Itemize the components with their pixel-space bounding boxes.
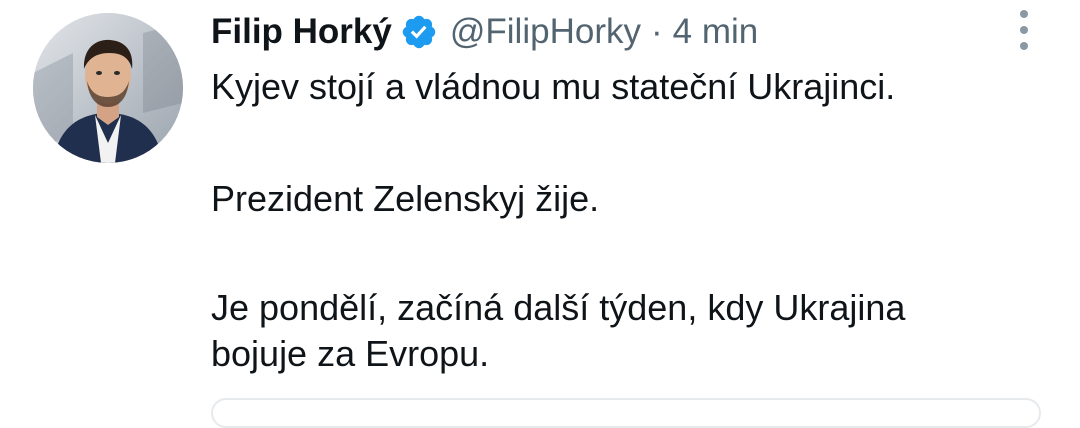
avatar[interactable] bbox=[33, 13, 183, 163]
more-dot bbox=[1020, 10, 1028, 18]
tweet-text-line: Prezident Zelenskyj žije. bbox=[211, 178, 600, 219]
more-dot bbox=[1020, 26, 1028, 34]
avatar-image bbox=[33, 13, 183, 163]
tweet[interactable]: Filip Horký @FilipHorky · 4 min Kyjev st… bbox=[0, 0, 1080, 428]
tweet-text-line: Kyjev stojí a vládnou mu stateční Ukraji… bbox=[211, 66, 896, 107]
header-separator: · bbox=[650, 12, 663, 51]
attached-card[interactable] bbox=[211, 398, 1041, 428]
more-dot bbox=[1020, 42, 1028, 50]
author-handle[interactable]: @FilipHorky bbox=[450, 12, 641, 52]
tweet-timestamp[interactable]: 4 min bbox=[673, 12, 759, 52]
verified-badge-icon bbox=[400, 13, 438, 51]
more-vertical-icon[interactable] bbox=[1012, 10, 1036, 50]
tweet-header: Filip Horký @FilipHorky · 4 min bbox=[211, 8, 758, 56]
author-display-name[interactable]: Filip Horký bbox=[211, 12, 392, 52]
tweet-text-line: Je pondělí, začíná další týden, kdy Ukra… bbox=[211, 287, 906, 374]
